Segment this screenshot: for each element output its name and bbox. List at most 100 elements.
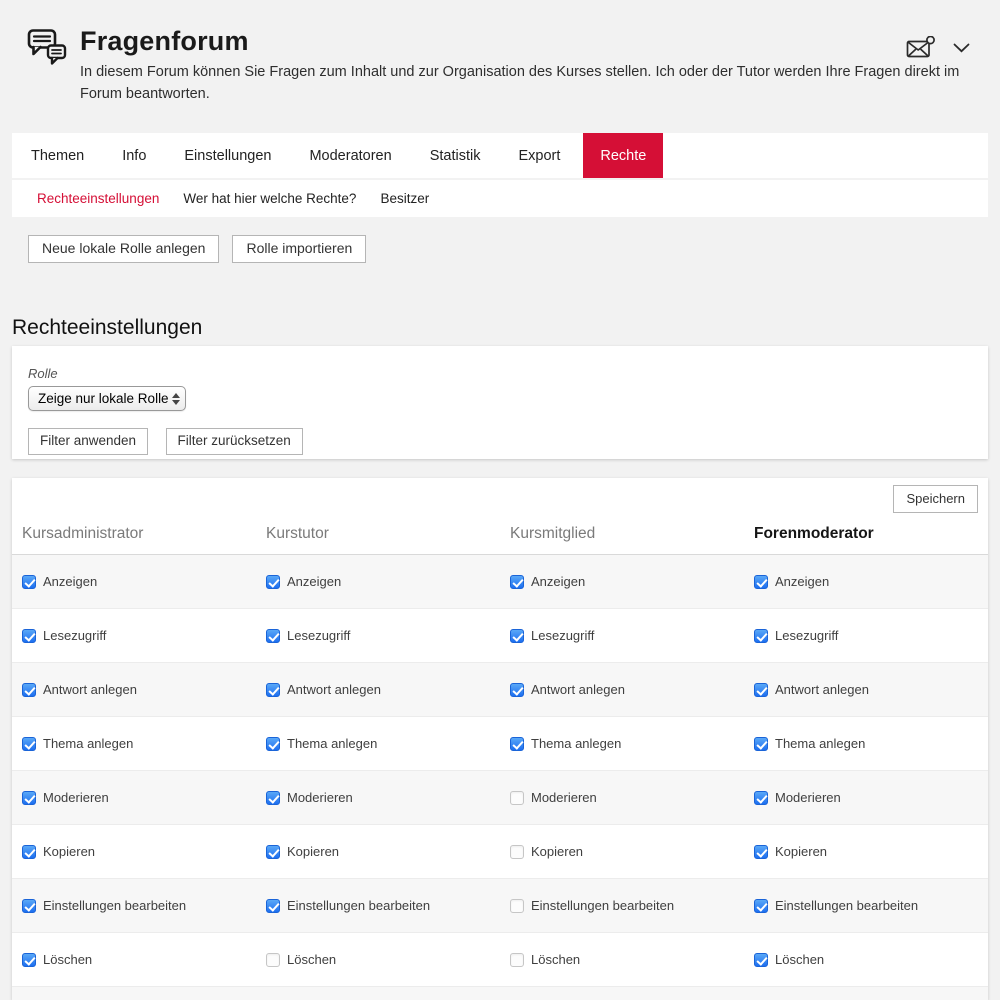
permission-cell-loeschen-kursmitglied: Löschen <box>500 952 744 967</box>
checkbox-label: Kopieren <box>775 844 827 859</box>
checkbox-lesezugriff-forenmoderator[interactable] <box>754 629 768 643</box>
checkbox-label: Löschen <box>531 952 580 967</box>
checkbox-loeschen-kursmitglied[interactable] <box>510 953 524 967</box>
checkbox-kopieren-forenmoderator[interactable] <box>754 845 768 859</box>
permission-cell-thema-anlegen-kursadministrator: Thema anlegen <box>12 736 256 751</box>
checkbox-label: Kopieren <box>43 844 95 859</box>
subtab-besitzer[interactable]: Besitzer <box>368 191 441 206</box>
subscribe-envelope-badge-icon[interactable] <box>906 36 935 60</box>
checkbox-thema-anlegen-kursmitglied[interactable] <box>510 737 524 751</box>
button-rolle-importieren[interactable]: Rolle importieren <box>232 235 366 263</box>
rights-table-panel: Speichern KursadministratorKurstutorKurs… <box>12 478 988 1000</box>
checkbox-label: Lesezugriff <box>43 628 106 643</box>
checkbox-label: Thema anlegen <box>531 736 621 751</box>
checkbox-label: Moderieren <box>287 790 353 805</box>
checkbox-anzeigen-kursadministrator[interactable] <box>22 575 36 589</box>
checkbox-label: Antwort anlegen <box>43 682 137 697</box>
checkbox-kopieren-kursmitglied[interactable] <box>510 845 524 859</box>
permission-cell-einstellungen-bearbeiten-kursadministrator: Einstellungen bearbeiten <box>12 898 256 913</box>
permission-row-kopieren: KopierenKopierenKopierenKopieren <box>12 825 988 879</box>
permission-cell-kopieren-kursmitglied: Kopieren <box>500 844 744 859</box>
filter-reset-button[interactable]: Filter zurücksetzen <box>166 428 303 455</box>
checkbox-label: Thema anlegen <box>775 736 865 751</box>
checkbox-thema-anlegen-kurstutor[interactable] <box>266 737 280 751</box>
tab-statistik[interactable]: Statistik <box>417 133 494 178</box>
permission-cell-loeschen-forenmoderator: Löschen <box>744 952 988 967</box>
permission-cell-antwort-anlegen-forenmoderator: Antwort anlegen <box>744 682 988 697</box>
checkbox-loeschen-kursadministrator[interactable] <box>22 953 36 967</box>
subtab-wer-hat-hier-welche-rechte[interactable]: Wer hat hier welche Rechte? <box>171 191 368 206</box>
tab-info[interactable]: Info <box>109 133 159 178</box>
permission-row-loeschen: Löschen Löschen Löschen Löschen <box>12 933 988 987</box>
checkbox-anzeigen-forenmoderator[interactable] <box>754 575 768 589</box>
subtab-bar: RechteeinstellungenWer hat hier welche R… <box>12 180 988 217</box>
section-title: Rechteeinstellungen <box>12 316 1000 342</box>
checkbox-einstellungen-bearbeiten-forenmoderator[interactable] <box>754 899 768 913</box>
subtab-rechteeinstellungen[interactable]: Rechteeinstellungen <box>25 191 171 206</box>
checkbox-antwort-anlegen-kursadministrator[interactable] <box>22 683 36 697</box>
checkbox-moderieren-kursmitglied[interactable] <box>510 791 524 805</box>
select-stepper-icon <box>172 393 180 405</box>
checkbox-lesezugriff-kurstutor[interactable] <box>266 629 280 643</box>
filter-apply-button[interactable]: Filter anwenden <box>28 428 148 455</box>
checkbox-moderieren-kursadministrator[interactable] <box>22 791 36 805</box>
role-select[interactable]: Zeige nur lokale Rollen <box>28 386 186 411</box>
checkbox-label: Lesezugriff <box>531 628 594 643</box>
tab-export[interactable]: Export <box>505 133 573 178</box>
checkbox-antwort-anlegen-kursmitglied[interactable] <box>510 683 524 697</box>
permission-row-einstellungen-bearbeiten: Einstellungen bearbeiten Einstellungen be… <box>12 879 988 933</box>
permission-cell-anzeigen-forenmoderator: Anzeigen <box>744 574 988 589</box>
tab-bar: Themen Info Einstellungen Moderatoren Statis… <box>12 133 988 178</box>
checkbox-thema-anlegen-forenmoderator[interactable] <box>754 737 768 751</box>
tab-einstellungen[interactable]: Einstellungen <box>171 133 284 178</box>
checkbox-antwort-anlegen-forenmoderator[interactable] <box>754 683 768 697</box>
save-button[interactable]: Speichern <box>893 485 978 513</box>
checkbox-einstellungen-bearbeiten-kursadministrator[interactable] <box>22 899 36 913</box>
checkbox-lesezugriff-kursadministrator[interactable] <box>22 629 36 643</box>
checkbox-kopieren-kurstutor[interactable] <box>266 845 280 859</box>
checkbox-anzeigen-kursmitglied[interactable] <box>510 575 524 589</box>
forum-speech-bubbles-icon <box>22 26 70 77</box>
checkbox-label: Antwort anlegen <box>775 682 869 697</box>
checkbox-moderieren-forenmoderator[interactable] <box>754 791 768 805</box>
checkbox-label: Anzeigen <box>287 574 341 589</box>
chevron-down-icon[interactable] <box>953 43 970 53</box>
tab-themen[interactable]: Themen <box>18 133 97 178</box>
checkbox-label: Einstellungen bearbeiten <box>43 898 186 913</box>
checkbox-loeschen-kurstutor[interactable] <box>266 953 280 967</box>
checkbox-label: Kopieren <box>531 844 583 859</box>
permission-cell-einstellungen-bearbeiten-kursmitglied: Einstellungen bearbeiten <box>500 898 744 913</box>
checkbox-moderieren-kurstutor[interactable] <box>266 791 280 805</box>
permission-cell-lesezugriff-kurstutor: Lesezugriff <box>256 628 500 643</box>
tab-moderatoren[interactable]: Moderatoren <box>296 133 404 178</box>
checkbox-label: Antwort anlegen <box>287 682 381 697</box>
checkbox-loeschen-forenmoderator[interactable] <box>754 953 768 967</box>
checkbox-kopieren-kursadministrator[interactable] <box>22 845 36 859</box>
permission-row-moderieren: ModerierenModerierenModerierenModerieren <box>12 771 988 825</box>
tab-rechte[interactable]: Rechte <box>583 133 663 178</box>
checkbox-label: Anzeigen <box>43 574 97 589</box>
page-description: In diesem Forum können Sie Fragen zum In… <box>80 62 972 106</box>
permission-cell-moderieren-forenmoderator: Moderieren <box>744 790 988 805</box>
checkbox-antwort-anlegen-kurstutor[interactable] <box>266 683 280 697</box>
role-select-value: Zeige nur lokale Rollen <box>38 391 169 406</box>
checkbox-label: Löschen <box>287 952 336 967</box>
button-neue-lokale-rolle-anlegen[interactable]: Neue lokale Rolle anlegen <box>28 235 219 263</box>
permission-cell-moderieren-kurstutor: Moderieren <box>256 790 500 805</box>
checkbox-einstellungen-bearbeiten-kursmitglied[interactable] <box>510 899 524 913</box>
permission-cell-loeschen-kursadministrator: Löschen <box>12 952 256 967</box>
checkbox-label: Einstellungen bearbeiten <box>531 898 674 913</box>
checkbox-label: Anzeigen <box>531 574 585 589</box>
permission-row-thema-anlegen: Thema anlegenThema anlegenThema anlegenT… <box>12 717 988 771</box>
checkbox-anzeigen-kurstutor[interactable] <box>266 575 280 589</box>
checkbox-lesezugriff-kursmitglied[interactable] <box>510 629 524 643</box>
checkbox-label: Lesezugriff <box>287 628 350 643</box>
permission-cell-thema-anlegen-kursmitglied: Thema anlegen <box>500 736 744 751</box>
checkbox-thema-anlegen-kursadministrator[interactable] <box>22 737 36 751</box>
permission-cell-lesezugriff-kursmitglied: Lesezugriff <box>500 628 744 643</box>
permission-cell-anzeigen-kursadministrator: Anzeigen <box>12 574 256 589</box>
checkbox-einstellungen-bearbeiten-kurstutor[interactable] <box>266 899 280 913</box>
column-header-kursadministrator: Kursadministrator <box>12 525 256 543</box>
column-header-forenmoderator: Forenmoderator <box>744 525 988 543</box>
checkbox-label: Moderieren <box>43 790 109 805</box>
